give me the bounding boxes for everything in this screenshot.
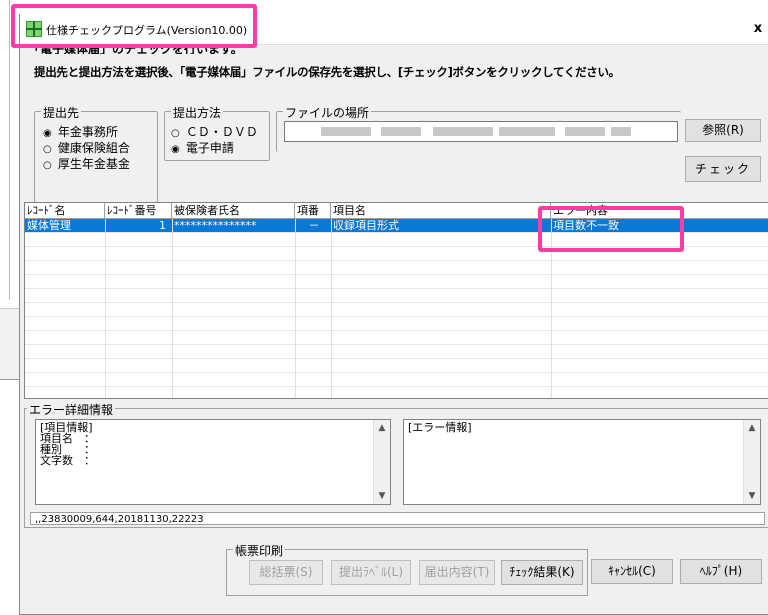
column-divider <box>331 219 332 398</box>
radio-cd-dvd-label: ＣＤ・ＤＶＤ <box>185 125 258 139</box>
header-item-number[interactable]: 項番 <box>295 203 331 218</box>
radio-cd-dvd[interactable]: ○ ＣＤ・ＤＶＤ <box>171 123 258 140</box>
header-record-number[interactable]: ﾚｺｰﾄﾞ番号 <box>105 203 172 218</box>
header-record-name[interactable]: ﾚｺｰﾄﾞ名 <box>25 203 105 218</box>
cancel-button[interactable]: ｷｬﾝｾﾙ(C) <box>591 559 673 584</box>
scroll-up-icon[interactable]: ▲ <box>374 420 390 436</box>
path-redacted <box>611 127 631 136</box>
error-info-textarea[interactable]: [エラー情報] ▲ ▼ <box>403 419 761 505</box>
print-group: 帳票印刷 総括票(S) 提出ﾗﾍﾞﾙ(L) 届出内容(T) ﾁｪｯｸ結果(K) <box>226 542 588 596</box>
close-button[interactable]: x <box>747 16 768 42</box>
radio-pension-fund-label: 厚生年金基金 <box>57 157 130 171</box>
path-redacted <box>499 127 555 136</box>
item-info-textarea[interactable]: [項目情報] 項目名 ： 種別 ： 文字数 ： ▲ ▼ <box>35 419 391 505</box>
summary-print-button[interactable]: 総括票(S) <box>249 560 323 585</box>
radio-health-insurance-label: 健康保険組合 <box>57 141 130 155</box>
print-label: 帳票印刷 <box>233 542 286 559</box>
radio-pension-office[interactable]: ◉ 年金事務所 <box>43 123 118 140</box>
background-divider <box>9 0 10 300</box>
radio-health-insurance[interactable]: ○ 健康保険組合 <box>43 139 130 156</box>
submit-method-label: 提出方法 <box>171 104 224 121</box>
record-status-line: ,,23830009,644,20181130,22223 <box>30 512 765 525</box>
table-row-empty <box>25 345 768 359</box>
scroll-up-icon[interactable]: ▲ <box>744 420 760 436</box>
file-location-label: ファイルの場所 <box>283 104 372 121</box>
radio-unselected-icon: ○ <box>171 128 180 139</box>
submit-to-label: 提出先 <box>41 104 82 121</box>
cell-item-name: 収録項目形式 <box>333 219 399 232</box>
column-divider <box>172 219 173 398</box>
radio-selected-icon: ◉ <box>43 128 52 139</box>
path-redacted <box>381 127 421 136</box>
check-button[interactable]: チェック <box>685 156 761 182</box>
header-insured-name[interactable]: 被保険者氏名 <box>172 203 295 218</box>
path-redacted <box>565 127 605 136</box>
submit-label-print-button[interactable]: 提出ﾗﾍﾞﾙ(L) <box>331 560 411 585</box>
table-row-empty <box>25 359 768 373</box>
scroll-down-icon[interactable]: ▼ <box>744 488 760 504</box>
description-line-2: 提出先と提出方法を選択後、「電子媒体届」ファイルの保存先を選択し、[チェック]ボ… <box>34 65 620 79</box>
item-info-scrollbar[interactable]: ▲ ▼ <box>373 420 390 504</box>
submit-to-group: 提出先 ◉ 年金事務所 ○ 健康保険組合 ○ 厚生年金基金 <box>34 104 158 203</box>
cell-item-number: － <box>308 219 320 232</box>
table-row-empty <box>25 331 768 345</box>
column-divider <box>295 219 296 398</box>
content-print-button[interactable]: 届出内容(T) <box>419 560 495 585</box>
table-row-empty <box>25 303 768 317</box>
file-path-field[interactable] <box>284 121 678 142</box>
table-row-empty <box>25 373 768 387</box>
error-highlight-box <box>538 206 684 252</box>
error-info-line: [エラー情報] <box>408 421 472 434</box>
help-button[interactable]: ﾍﾙﾌﾟ(H) <box>680 559 762 584</box>
radio-pension-fund[interactable]: ○ 厚生年金基金 <box>43 155 130 172</box>
radio-pension-office-label: 年金事務所 <box>57 125 118 139</box>
item-info-line: 文字数 ： <box>40 454 95 467</box>
cell-insured-name: *************** <box>174 219 257 232</box>
table-row-empty <box>25 289 768 303</box>
check-result-button[interactable]: ﾁｪｯｸ結果(K) <box>501 560 583 585</box>
radio-selected-icon: ◉ <box>171 144 180 155</box>
scroll-down-icon[interactable]: ▼ <box>374 488 390 504</box>
cell-record-name: 媒体管理 <box>27 219 71 232</box>
radio-e-application-label: 電子申請 <box>185 141 234 155</box>
browse-button[interactable]: 参照(R) <box>685 119 761 142</box>
title-highlight-box <box>11 4 257 48</box>
background-strip <box>0 308 20 380</box>
radio-e-application[interactable]: ◉ 電子申請 <box>171 139 234 156</box>
cell-record-number: 1 <box>159 219 166 232</box>
column-divider <box>105 219 106 398</box>
header-item-name[interactable]: 項目名 <box>331 203 551 218</box>
path-redacted <box>321 127 371 136</box>
radio-unselected-icon: ○ <box>43 144 52 155</box>
error-detail-group: エラー詳細情報 [項目情報] 項目名 ： 種別 ： 文字数 ： ▲ ▼ [エラー… <box>24 401 768 528</box>
table-row-empty <box>25 275 768 289</box>
spec-check-window: 仕様チェックプログラム(Version10.00) x 「電子媒体届」のチェック… <box>19 14 768 615</box>
error-info-scrollbar[interactable]: ▲ ▼ <box>743 420 760 504</box>
table-row-empty <box>25 261 768 275</box>
table-row-empty <box>25 317 768 331</box>
submit-method-group: 提出方法 ○ ＣＤ・ＤＶＤ ◉ 電子申請 <box>164 104 270 161</box>
path-redacted <box>433 127 493 136</box>
radio-unselected-icon: ○ <box>43 160 52 171</box>
error-detail-label: エラー詳細情報 <box>27 401 116 418</box>
